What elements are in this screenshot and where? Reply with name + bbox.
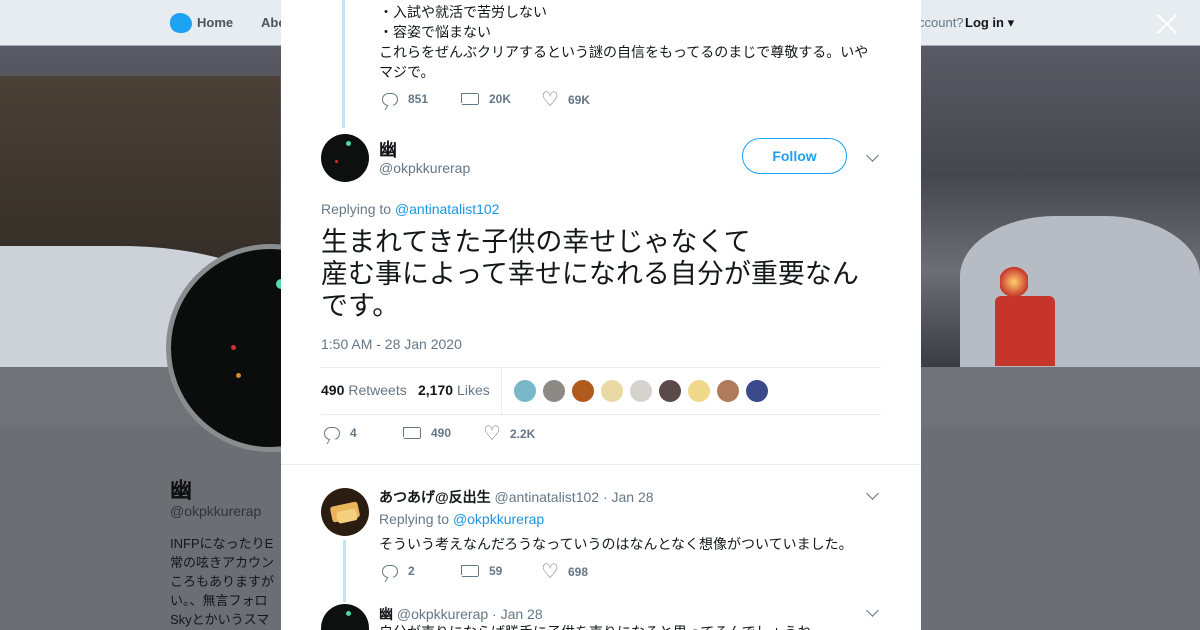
tweet-timestamp[interactable]: 1:50 AM - 28 Jan 2020 <box>321 336 462 352</box>
prev-tweet-line: ・入試や就活で苦労しない <box>379 4 547 20</box>
chevron-down-icon[interactable] <box>866 487 879 500</box>
main-tweet-actions: 4 490 2.2K <box>324 421 624 446</box>
liker-avatar[interactable] <box>571 379 595 403</box>
retweet-icon <box>461 93 479 105</box>
reply-author-line: 幽 @okpkkurerap · Jan 28 <box>379 604 543 624</box>
reply-text: そういう考えなんだろうなっていうのはなんとなく想像がついていました。 <box>379 536 853 552</box>
like-button[interactable]: 698 <box>541 559 588 583</box>
tweet-author-name[interactable]: 幽 <box>379 136 397 162</box>
liker-avatar[interactable] <box>687 379 711 403</box>
reply-icon <box>382 92 398 106</box>
tweet-modal: ・入試や就活で苦労しない ・容姿で悩まない これらをぜんぶクリアするという謎の自… <box>281 0 921 630</box>
heart-icon <box>483 421 501 445</box>
reply-author-line: あつあげ@反出生 @antinatalist102 · Jan 28 <box>379 487 654 507</box>
close-icon[interactable] <box>1154 11 1180 37</box>
prev-tweet-line: マジで。 <box>379 64 435 80</box>
liker-avatar[interactable] <box>629 379 653 403</box>
profile-handle: @okpkkurerap <box>170 503 262 519</box>
liker-avatar[interactable] <box>716 379 740 403</box>
prev-tweet-actions: 851 20K 69K <box>382 87 682 112</box>
reply-author-handle[interactable]: @antinatalist102 <box>495 489 600 505</box>
retweet-button[interactable]: 490 <box>403 426 451 440</box>
retweet-button[interactable]: 20K <box>461 92 511 106</box>
replying-to: Replying to @okpkkurerap <box>379 511 545 527</box>
reply-date[interactable]: · Jan 28 <box>603 489 654 505</box>
profile-bio: INFPになったりE 常の呟きアカウン ころもありますが い。、無言フォロ Sk… <box>170 536 275 627</box>
divider <box>281 464 921 465</box>
nav-home-link[interactable]: Home <box>197 15 233 30</box>
liker-avatar[interactable] <box>542 379 566 403</box>
chevron-down-icon[interactable] <box>866 149 879 162</box>
like-stat[interactable]: 2,170 Likes <box>418 382 490 398</box>
replying-to-link[interactable]: @antinatalist102 <box>395 201 500 217</box>
reply-author-avatar[interactable] <box>321 488 369 536</box>
retweet-icon <box>403 427 421 439</box>
tweet-author-handle[interactable]: @okpkkurerap <box>379 160 470 176</box>
prev-tweet-line: ・容姿で悩まない <box>379 24 491 40</box>
reply-text: 自分が売りにならば勝手に子供を売りになると思ってるんでしょうね <box>379 622 879 630</box>
retweet-icon <box>461 565 479 577</box>
thread-line <box>342 0 345 128</box>
reply-actions: 2 59 698 <box>382 559 682 584</box>
nav-account-text: ccount? <box>918 15 964 30</box>
reply-icon <box>324 426 340 440</box>
heart-icon <box>541 87 559 111</box>
reply-author-name[interactable]: 幽 <box>379 606 393 622</box>
tweet-stats: 490 Retweets 2,170 Likes <box>321 367 881 415</box>
thread-line <box>343 540 346 602</box>
replying-to: Replying to @antinatalist102 <box>321 201 500 217</box>
prev-tweet-line: これらをぜんぶクリアするという謎の自信をもってるのまじで尊敬する。いや <box>379 44 869 60</box>
follow-button[interactable]: Follow <box>742 138 847 174</box>
liker-avatar[interactable] <box>513 379 537 403</box>
liker-avatar[interactable] <box>745 379 769 403</box>
like-button[interactable]: 2.2K <box>483 421 535 445</box>
retweet-button[interactable]: 59 <box>461 564 502 578</box>
reply-author-avatar[interactable] <box>321 604 369 630</box>
twitter-bird-icon[interactable] <box>170 13 192 33</box>
reply-button[interactable]: 4 <box>324 426 357 440</box>
replying-to-link[interactable]: @okpkkurerap <box>453 511 544 527</box>
liker-avatar[interactable] <box>600 379 624 403</box>
profile-name: 幽 <box>170 478 193 503</box>
tweet-author-avatar[interactable] <box>321 134 369 182</box>
reply-author-name[interactable]: あつあげ@反出生 <box>379 489 491 505</box>
reply-date[interactable]: · Jan 28 <box>492 606 543 622</box>
nav-login-link[interactable]: Log in ▾ <box>965 15 1014 31</box>
retweet-stat[interactable]: 490 Retweets <box>321 382 407 398</box>
reply-button[interactable]: 2 <box>382 564 415 578</box>
reply-button[interactable]: 851 <box>382 92 428 106</box>
reply-author-handle[interactable]: @okpkkurerap <box>397 606 488 622</box>
heart-icon <box>541 559 559 583</box>
like-button[interactable]: 69K <box>541 87 590 111</box>
reply-icon <box>382 564 398 578</box>
liker-avatar[interactable] <box>658 379 682 403</box>
tweet-text: 生まれてきた子供の幸せじゃなくて 産む事によって幸せになれる自分が重要なん です… <box>321 227 859 321</box>
chevron-down-icon[interactable] <box>866 604 879 617</box>
